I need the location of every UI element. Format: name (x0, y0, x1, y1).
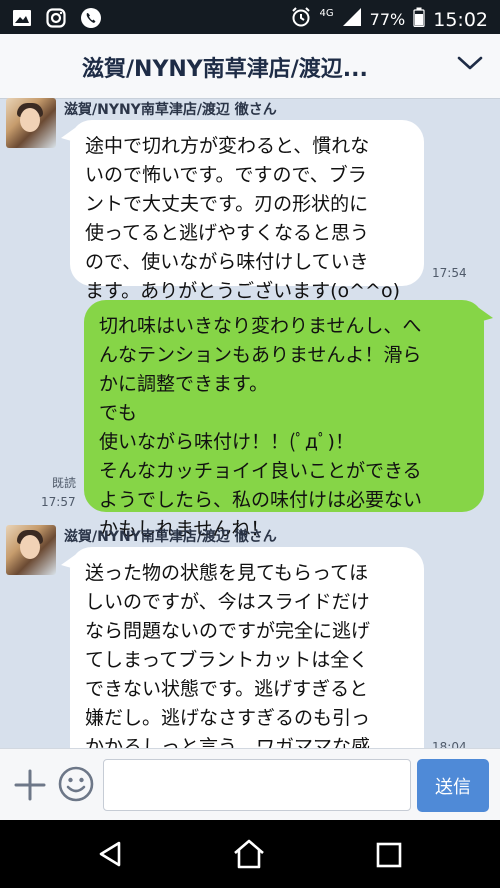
chat-area[interactable]: 滋賀/NYNY南草津店/渡辺 徹さん 途中で切れ方が変わると、慣れな いので怖い… (0, 98, 500, 748)
avatar[interactable] (6, 98, 56, 148)
image-icon (12, 9, 32, 32)
message-bubble-outgoing[interactable]: 切れ味はいきなり変わりませんし、へ んなテンションもありませんよ！滑ら かに調整… (84, 300, 493, 540)
clock: 15:02 (433, 8, 488, 31)
phone-icon (80, 7, 102, 34)
chat-title[interactable]: 滋賀/NYNY南草津店/渡辺... (82, 51, 412, 83)
network-type: 4G (319, 8, 334, 19)
battery-icon (413, 7, 425, 32)
system-nav-bar (0, 820, 500, 888)
message-time: 17:54 (432, 266, 467, 280)
message-bubble-incoming[interactable]: 送った物の状態を見てもらってほ しいのですが、今はスライドだけ なら問題ないので… (61, 547, 424, 748)
plus-icon[interactable] (14, 769, 46, 805)
chevron-down-icon[interactable] (456, 54, 484, 76)
sender-name: 滋賀/NYNY南草津店/渡辺 徹さん (64, 102, 277, 118)
instagram-icon (46, 8, 66, 33)
read-receipt: 既読 (51, 476, 76, 490)
message-input[interactable] (103, 759, 411, 811)
chat-header: 滋賀/NYNY南草津店/渡辺... (0, 34, 500, 99)
home-icon[interactable] (232, 839, 266, 873)
emoji-icon[interactable] (58, 766, 94, 806)
signal-icon (342, 7, 362, 32)
message-bubble-incoming[interactable]: 途中で切れ方が変わると、慣れな いので怖いです。ですので、ブラ ントで大丈夫です… (61, 120, 424, 302)
alarm-icon (290, 6, 312, 33)
back-icon[interactable] (96, 840, 124, 872)
message-input-bar: 送信 (0, 748, 500, 821)
message-time: 18:04 (432, 740, 467, 748)
recent-apps-icon[interactable] (376, 842, 402, 872)
sender-name: 滋賀/NYNY南草津店/渡辺 徹さん (64, 529, 277, 545)
send-button[interactable]: 送信 (417, 759, 489, 812)
battery-percent: 77% (369, 10, 406, 29)
message-time: 17:57 (41, 495, 76, 509)
status-bar: 4G 77% 15:02 (0, 0, 500, 34)
avatar[interactable] (6, 525, 56, 575)
